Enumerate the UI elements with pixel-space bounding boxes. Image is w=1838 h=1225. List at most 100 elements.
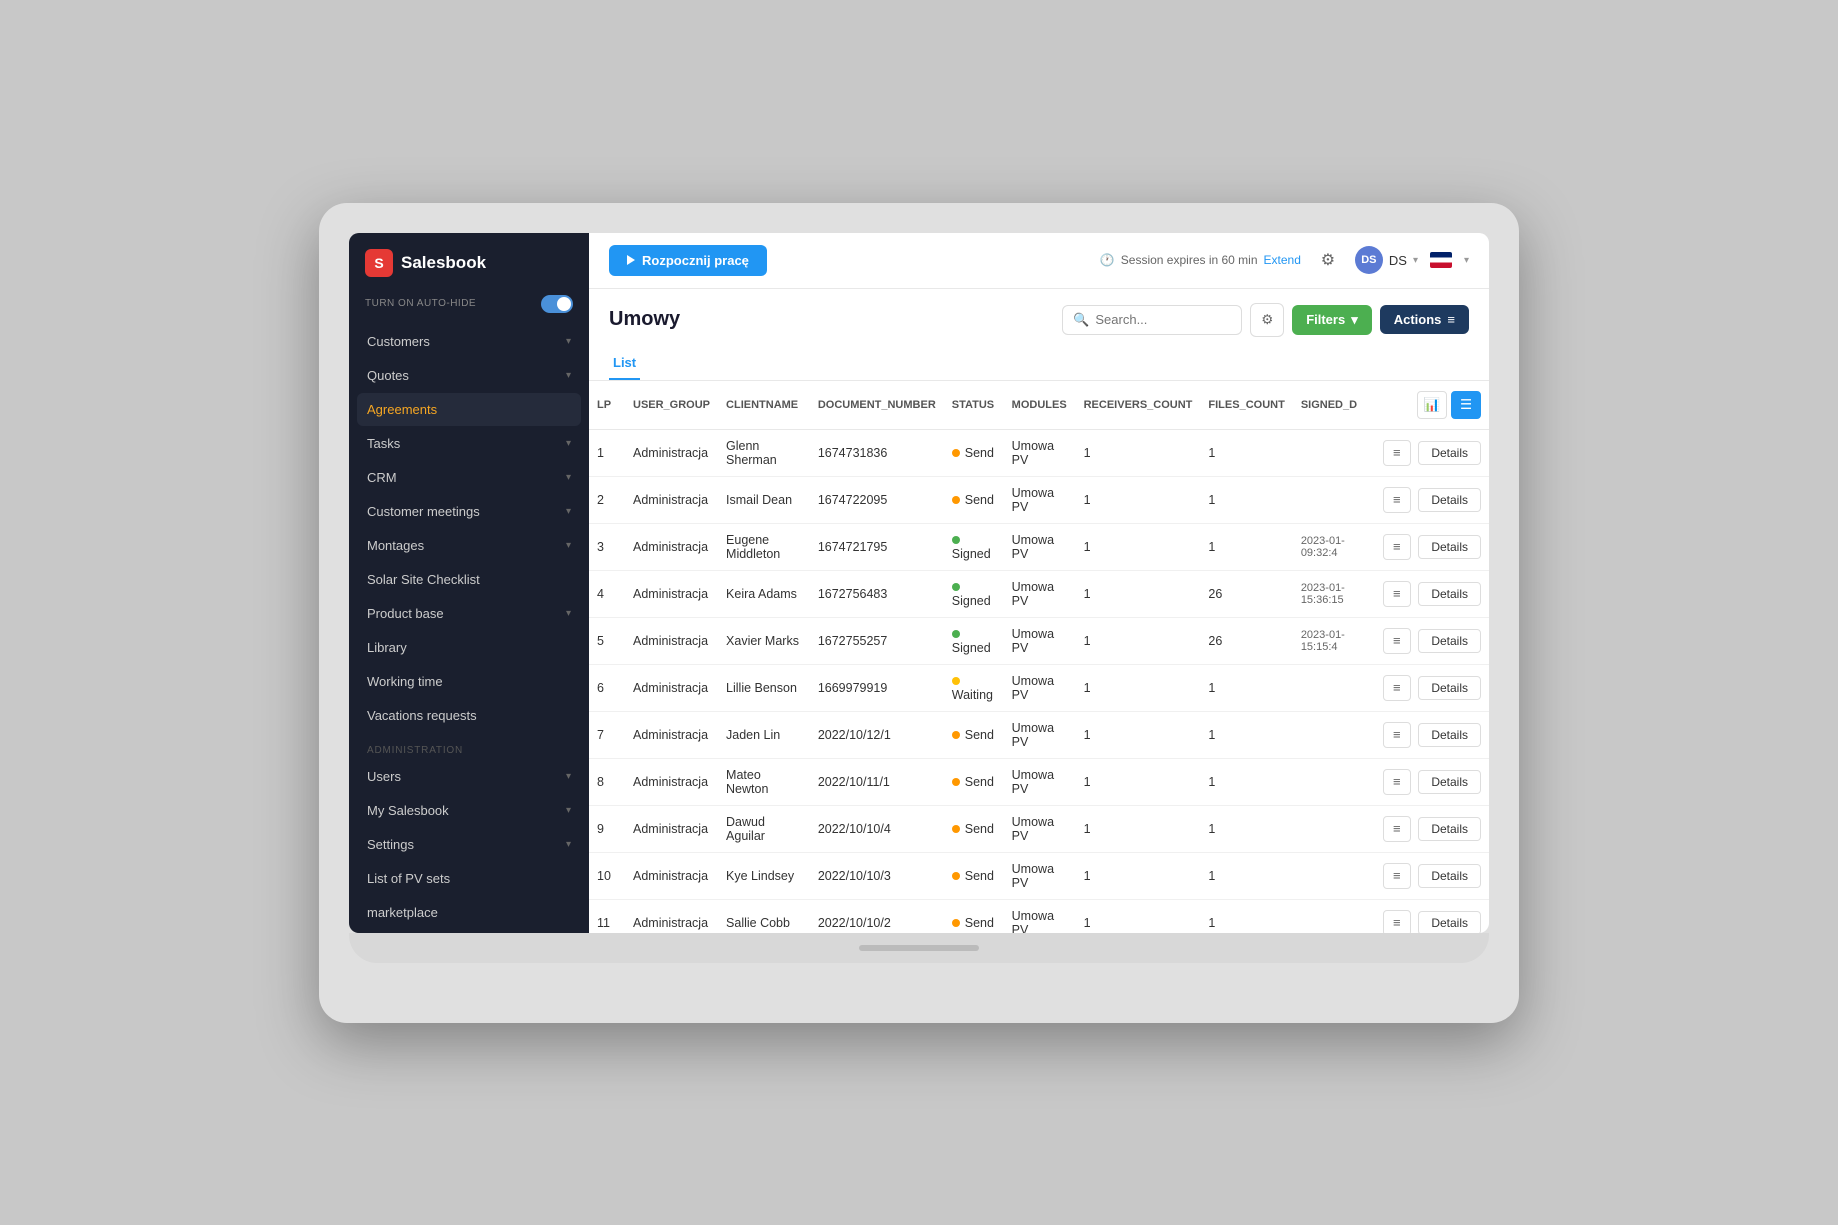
row-menu-button[interactable]: ≡ xyxy=(1383,910,1411,933)
logo-icon: S xyxy=(365,249,393,277)
chevron-icon: ▾ xyxy=(566,540,571,551)
row-menu-button[interactable]: ≡ xyxy=(1383,816,1411,842)
sidebar-item-product-base[interactable]: Product base ▾ xyxy=(357,597,581,630)
details-button[interactable]: Details xyxy=(1418,911,1481,933)
table-row: 6 Administracja Lillie Benson 1669979919… xyxy=(589,664,1489,711)
settings-icon[interactable]: ⚙ xyxy=(1313,245,1343,275)
chevron-icon: ▾ xyxy=(566,370,571,381)
table-row: 3 Administracja Eugene Middleton 1674721… xyxy=(589,523,1489,570)
col-status: STATUS xyxy=(944,381,1004,430)
start-work-button[interactable]: Rozpocznij pracę xyxy=(609,245,767,276)
sidebar-item-library[interactable]: Library xyxy=(357,631,581,664)
sidebar-item-users[interactable]: Users ▾ xyxy=(357,760,581,793)
cell-status: Send xyxy=(944,758,1004,805)
cell-lp: 5 xyxy=(589,617,625,664)
sidebar-item-customer-meetings[interactable]: Customer meetings ▾ xyxy=(357,495,581,528)
cell-modules: Umowa PV xyxy=(1004,711,1076,758)
sidebar-nav: Customers ▾ Quotes ▾ Agreements Tasks ▾ … xyxy=(349,325,589,933)
cell-signed: 2023-01- 15:15:4 xyxy=(1293,617,1369,664)
cell-receivers: 1 xyxy=(1076,899,1201,933)
page-title: Umowy xyxy=(609,308,680,331)
extend-link[interactable]: Extend xyxy=(1264,253,1301,267)
cell-lp: 6 xyxy=(589,664,625,711)
cell-client: Glenn Sherman xyxy=(718,429,810,476)
sidebar-item-working-time[interactable]: Working time xyxy=(357,665,581,698)
details-button[interactable]: Details xyxy=(1418,864,1481,888)
sidebar-item-agreements[interactable]: Agreements xyxy=(357,393,581,426)
row-menu-button[interactable]: ≡ xyxy=(1383,863,1411,889)
cell-client: Keira Adams xyxy=(718,570,810,617)
row-menu-button[interactable]: ≡ xyxy=(1383,722,1411,748)
cell-doc-number: 2022/10/10/4 xyxy=(810,805,944,852)
details-button[interactable]: Details xyxy=(1418,770,1481,794)
tab-list[interactable]: List xyxy=(609,347,640,380)
cell-status: Send xyxy=(944,429,1004,476)
table-list-view-button[interactable]: ☰ xyxy=(1451,391,1481,419)
details-button[interactable]: Details xyxy=(1418,629,1481,653)
language-flag-icon[interactable] xyxy=(1430,252,1452,268)
cell-receivers: 1 xyxy=(1076,711,1201,758)
search-input[interactable] xyxy=(1095,312,1225,327)
table-row: 9 Administracja Dawud Aguilar 2022/10/10… xyxy=(589,805,1489,852)
table-row: 4 Administracja Keira Adams 1672756483 S… xyxy=(589,570,1489,617)
row-menu-button[interactable]: ≡ xyxy=(1383,675,1411,701)
sidebar-item-crm[interactable]: CRM ▾ xyxy=(357,461,581,494)
sidebar-item-customers[interactable]: Customers ▾ xyxy=(357,325,581,358)
sidebar-item-vacations[interactable]: Vacations requests xyxy=(357,699,581,732)
status-dot xyxy=(952,919,960,927)
cell-actions: ≡ Details xyxy=(1369,429,1489,476)
cell-client: Dawud Aguilar xyxy=(718,805,810,852)
cell-receivers: 1 xyxy=(1076,523,1201,570)
cell-files: 1 xyxy=(1200,523,1292,570)
status-dot xyxy=(952,630,960,638)
sidebar-header: S Salesbook xyxy=(349,233,589,289)
details-button[interactable]: Details xyxy=(1418,441,1481,465)
col-row-actions: 📊 ☰ xyxy=(1369,381,1489,430)
details-button[interactable]: Details xyxy=(1418,488,1481,512)
actions-menu-icon: ≡ xyxy=(1447,312,1455,327)
autohide-label: TURN ON AUTO-HIDE xyxy=(365,298,476,309)
details-button[interactable]: Details xyxy=(1418,723,1481,747)
details-button[interactable]: Details xyxy=(1418,676,1481,700)
row-menu-button[interactable]: ≡ xyxy=(1383,769,1411,795)
sidebar-item-quotes[interactable]: Quotes ▾ xyxy=(357,359,581,392)
cell-client: Jaden Lin xyxy=(718,711,810,758)
table-settings-button[interactable]: ⚙ xyxy=(1250,303,1284,337)
details-button[interactable]: Details xyxy=(1418,535,1481,559)
row-menu-button[interactable]: ≡ xyxy=(1383,534,1411,560)
table-row: 5 Administracja Xavier Marks 1672755257 … xyxy=(589,617,1489,664)
admin-section-label: ADMINISTRATION xyxy=(357,733,581,760)
sidebar-item-solar-site[interactable]: Solar Site Checklist xyxy=(357,563,581,596)
cell-modules: Umowa PV xyxy=(1004,899,1076,933)
row-menu-button[interactable]: ≡ xyxy=(1383,581,1411,607)
cell-modules: Umowa PV xyxy=(1004,852,1076,899)
cell-lp: 2 xyxy=(589,476,625,523)
sidebar-item-marketplace[interactable]: marketplace xyxy=(357,896,581,929)
autohide-toggle[interactable] xyxy=(541,295,573,313)
cell-doc-number: 2022/10/12/1 xyxy=(810,711,944,758)
cell-status: Signed xyxy=(944,617,1004,664)
table-stats-view-button[interactable]: 📊 xyxy=(1417,391,1447,419)
sidebar-item-settings[interactable]: Settings ▾ xyxy=(357,828,581,861)
row-menu-button[interactable]: ≡ xyxy=(1383,487,1411,513)
cell-modules: Umowa PV xyxy=(1004,664,1076,711)
row-menu-button[interactable]: ≡ xyxy=(1383,440,1411,466)
cell-user-group: Administracja xyxy=(625,429,718,476)
sidebar-item-montages[interactable]: Montages ▾ xyxy=(357,529,581,562)
topbar-user[interactable]: DS DS ▾ xyxy=(1355,246,1418,274)
cell-actions: ≡ Details xyxy=(1369,523,1489,570)
actions-button[interactable]: Actions ≡ xyxy=(1380,305,1469,334)
sidebar-item-my-salesbook[interactable]: My Salesbook ▾ xyxy=(357,794,581,827)
sidebar-item-pv-sets[interactable]: List of PV sets xyxy=(357,862,581,895)
chevron-icon: ▾ xyxy=(566,771,571,782)
cell-lp: 1 xyxy=(589,429,625,476)
sidebar-item-desktop[interactable]: Desktop xyxy=(357,930,581,933)
cell-client: Eugene Middleton xyxy=(718,523,810,570)
filters-button[interactable]: Filters ▾ xyxy=(1292,305,1372,335)
row-menu-button[interactable]: ≡ xyxy=(1383,628,1411,654)
sidebar-item-tasks[interactable]: Tasks ▾ xyxy=(357,427,581,460)
table-row: 1 Administracja Glenn Sherman 1674731836… xyxy=(589,429,1489,476)
cell-doc-number: 1669979919 xyxy=(810,664,944,711)
details-button[interactable]: Details xyxy=(1418,582,1481,606)
details-button[interactable]: Details xyxy=(1418,817,1481,841)
